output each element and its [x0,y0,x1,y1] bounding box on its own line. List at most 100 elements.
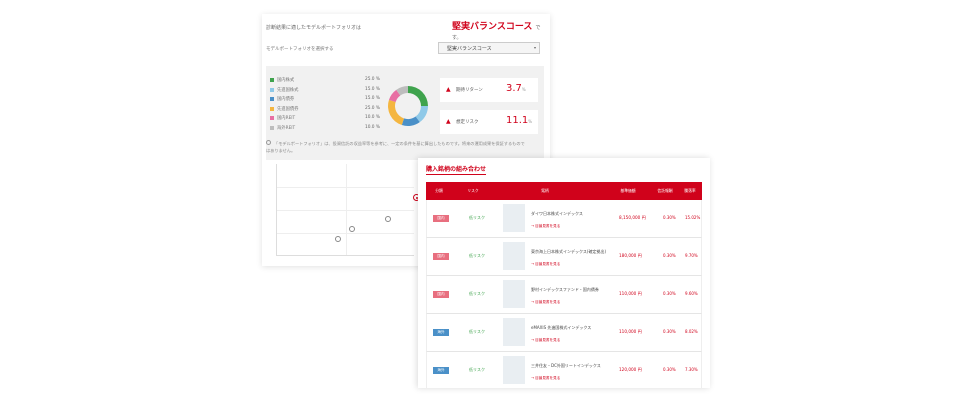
fund-fee: 0.30% [663,329,676,334]
fund-table-title: 購入銘柄の組み合わせ [426,166,487,175]
chart-up-icon: ▲ [446,86,451,93]
fund-fee: 0.30% [663,367,676,372]
fund-return: 9.70% [685,253,698,258]
legend-percent: 15.0 % [364,86,380,92]
legend-swatch [270,116,274,121]
fund-table-header: 分類 リスク 銘柄 基準価額 信託報酬 騰落率 [426,182,702,200]
fund-brochure-thumbnail [503,204,525,232]
risk-level: 低リスク [469,215,485,220]
fund-price: 8,150,000 円 [619,215,646,220]
legend-swatch [270,97,274,102]
legend-percent: 25.0 % [364,77,380,82]
legend-swatch [270,87,274,92]
legend-swatch [270,106,274,111]
header-risk: リスク [467,188,479,193]
fund-row[interactable]: 国内 低リスク 東京海上日本株式インデックス(確定拠出) → 目論見書を見る 180,0… [426,238,702,276]
triangle-icon: ▲ [446,118,451,125]
legend-row: 先進国債券 25.0 % [270,105,380,115]
scatter-point[interactable] [385,216,391,222]
select-label: モデルポートフォリオを選択する [266,47,334,52]
expected-risk-value: 11.1% [506,115,533,126]
fund-fee: 0.30% [663,215,676,220]
fund-return: 8.02% [685,329,698,334]
legend-percent: 25.0 % [364,105,380,111]
fund-price: 110,000 円 [619,291,642,296]
allocation-donut [388,86,428,126]
expected-risk-card: ▲ 想定リスク 11.1% [440,110,538,134]
fund-row[interactable]: 海外 低リスク 三井住友・DC外国リートインデックス → 目論見書を見る 120,000… [426,352,702,388]
fund-name: 三井住友・DC外国リートインデックス [531,363,601,368]
prospectus-link[interactable]: → 目論見書を見る [531,300,560,305]
legend-row: 国内株式 25.0 % [270,76,380,86]
category-badge: 海外 [433,329,449,336]
header-return: 騰落率 [684,188,696,193]
prospectus-link[interactable]: → 目論見書を見る [531,262,560,267]
header-fund: 銘柄 [541,188,549,193]
legend-percent: 15.0 % [364,96,380,102]
fund-name: 野村インデックスファンド・国内債券 [531,287,599,292]
fund-brochure-thumbnail [503,242,525,270]
screenshot-stage: 診断結果に適したモデルポートフォリオは 堅実バランスコース です。 モデルポート… [0,0,960,420]
radio-icon[interactable] [266,140,271,145]
portfolio-select[interactable]: 堅実バランスコース ▾ [438,42,540,54]
legend-percent: 10.0 % [364,124,380,130]
category-badge: 国内 [433,215,449,222]
fund-brochure-thumbnail [503,318,525,346]
legend-name: 国内債券 [277,97,295,103]
fund-return: 9.60% [685,291,698,296]
legend-row: 国内債券 15.0 % [270,95,380,105]
legend-row: 国内REIT 10.0 % [270,114,380,124]
legend-row: 先進国株式 15.0 % [270,86,380,96]
fund-price: 120,000 円 [619,367,642,372]
risk-return-plot [276,164,414,256]
expected-risk-label: 想定リスク [456,120,479,125]
category-badge: 海外 [433,367,449,374]
prospectus-link[interactable]: → 目論見書を見る [531,338,560,343]
legend-name: 先進国株式 [277,87,299,93]
fund-row[interactable]: 国内 低リスク 野村インデックスファンド・国内債券 → 目論見書を見る 110,000 … [426,276,702,314]
scatter-point[interactable] [349,226,355,232]
donut-slice [388,99,404,126]
fund-price: 110,000 円 [619,329,642,334]
header-fee: 信託報酬 [657,188,673,193]
risk-level: 低リスク [469,329,485,334]
gridline [346,164,347,255]
fund-brochure-thumbnail [503,280,525,308]
scatter-point[interactable] [335,236,341,242]
fund-row[interactable]: 国内 低リスク ダイワ日本株式インデックス → 目論見書を見る 8,150,000 円 0… [426,200,702,238]
expected-return-label: 期待リターン [456,88,483,93]
expected-return-card: ▲ 期待リターン 3.7% [440,78,538,102]
risk-level: 低リスク [469,291,485,296]
fund-name: eMAXIS 先進国株式インデックス [531,325,592,330]
fund-price: 180,000 円 [619,253,642,258]
legend-swatch [270,78,274,82]
risk-level: 低リスク [469,367,485,372]
risk-level: 低リスク [469,253,485,258]
fund-brochure-thumbnail [503,356,525,384]
expected-return-value: 3.7% [506,83,526,94]
legend-percent: 10.0 % [364,115,380,121]
fund-table-panel: 購入銘柄の組み合わせ 分類 リスク 銘柄 基準価額 信託報酬 騰落率 国内低リス… [418,158,710,388]
fund-fee: 0.30% [663,291,676,296]
disclaimer-note: 「モデルポートフォリオ」は、投資信託の収益率等を参考に、一定の条件を基に算出した… [266,140,525,153]
prospectus-link[interactable]: → 目論見書を見る [531,224,560,229]
fund-return: 7.30% [685,367,698,372]
legend-name: 先進国債券 [277,106,299,112]
header-price: 基準価額 [620,188,636,193]
legend-row: 海外REIT 10.0 % [270,124,380,134]
legend-name: 海外REIT [277,125,296,131]
prospectus-link[interactable]: → 目論見書を見る [531,376,560,381]
legend-name: 国内株式 [277,78,295,83]
fund-row[interactable]: 海外 低リスク eMAXIS 先進国株式インデックス → 目論見書を見る 110,000… [426,314,702,352]
question-text: 診断結果に適したモデルポートフォリオは [266,25,362,31]
legend-name: 国内REIT [277,116,296,122]
fund-return: 15.02% [685,215,701,220]
portfolio-select-value: 堅実バランスコース [447,46,492,52]
fund-name: ダイワ日本株式インデックス [531,211,583,216]
category-badge: 国内 [433,291,449,298]
fund-name: 東京海上日本株式インデックス(確定拠出) [531,249,607,254]
category-badge: 国内 [433,253,449,260]
result-course-name: 堅実バランスコース [452,22,533,32]
donut-slice [408,86,428,106]
header-category: 分類 [435,188,443,193]
